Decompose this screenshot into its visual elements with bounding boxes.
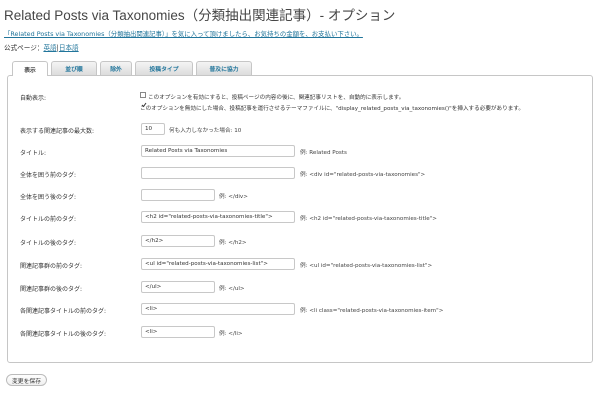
after-list-hint: 例: </ul> (219, 286, 245, 292)
before-title-label: タイトルの前のタグ: (20, 216, 77, 223)
page-title: Related Posts via Taxonomies（分類抽出関連記事）- … (4, 8, 396, 23)
max-posts-hint: 何も入力しなかった場合: 10 (169, 128, 242, 134)
auto-display-checkbox[interactable] (140, 92, 147, 108)
tab-exclude[interactable]: 除外 (100, 61, 132, 75)
official-link-english[interactable]: 英語 (43, 44, 56, 52)
max-posts-input[interactable]: 10 (141, 123, 165, 135)
title-input[interactable]: Related Posts via Taxonomies (141, 145, 295, 157)
before-list-label: 関連記事群の前のタグ: (20, 263, 83, 270)
after-title-input[interactable]: </h2> (141, 235, 215, 247)
official-page-label: 公式ページ： (4, 44, 44, 52)
before-item-input[interactable]: <li> (141, 303, 295, 315)
tab-display[interactable]: 表示 (12, 61, 48, 76)
after-list-label: 関連記事群の後のタグ: (20, 286, 83, 293)
donation-notice-link[interactable]: 「Related Posts via Taxonomies（分類抽出関連記事）」… (4, 29, 363, 38)
before-all-input[interactable] (141, 167, 295, 179)
before-item-hint: 例: <li class="related-posts-via-taxonomi… (300, 308, 444, 314)
save-changes-button[interactable]: 変更を保存 (6, 374, 47, 386)
tab-order[interactable]: 並び順 (51, 61, 97, 75)
before-item-label: 各関連記事タイトルの前のタグ: (20, 308, 107, 315)
before-title-hint: 例: <h2 id="related-posts-via-taxonomies-… (300, 216, 437, 222)
before-title-input[interactable]: <h2 id="related-posts-via-taxonomies-tit… (141, 211, 295, 223)
after-list-input[interactable]: </ul> (141, 281, 215, 293)
official-page-line: 公式ページ：英語|日本語 (4, 42, 79, 52)
title-hint: 例: Related Posts (300, 150, 347, 156)
after-item-label: 各関連記事タイトルの後のタグ: (20, 331, 107, 338)
auto-display-note: このオプションを無効にした場合、投稿記事を運行させるテーマファイルに、"disp… (140, 106, 524, 112)
auto-display-description: このオプションを有効にすると、投稿ページの内容の後に、関連記事リストを、自動的に… (148, 95, 405, 101)
before-list-input[interactable]: <ul id="related-posts-via-taxonomies-lis… (141, 258, 295, 270)
title-label: タイトル: (20, 150, 47, 157)
after-title-hint: 例: </h2> (219, 240, 247, 246)
after-item-input[interactable]: <li> (141, 326, 215, 338)
after-all-hint: 例: </div> (219, 194, 248, 200)
max-posts-label: 表示する関連記事の最大数: (20, 128, 95, 135)
after-all-label: 全体を囲う後のタグ: (20, 194, 77, 201)
before-all-label: 全体を囲う前のタグ: (20, 172, 77, 179)
auto-display-label: 自動表示: (20, 95, 47, 102)
before-all-hint: 例: <div id="related-posts-via-taxonomies… (300, 172, 426, 178)
after-title-label: タイトルの後のタグ: (20, 240, 77, 247)
tab-post-types[interactable]: 投稿タイプ (135, 61, 193, 75)
after-all-input[interactable] (141, 189, 215, 201)
before-list-hint: 例: <ul id="related-posts-via-taxonomies-… (300, 263, 433, 269)
after-item-hint: 例: </li> (219, 331, 243, 337)
tab-promote[interactable]: 普及に協力 (196, 61, 252, 75)
official-link-japanese[interactable]: 日本語 (59, 44, 79, 52)
